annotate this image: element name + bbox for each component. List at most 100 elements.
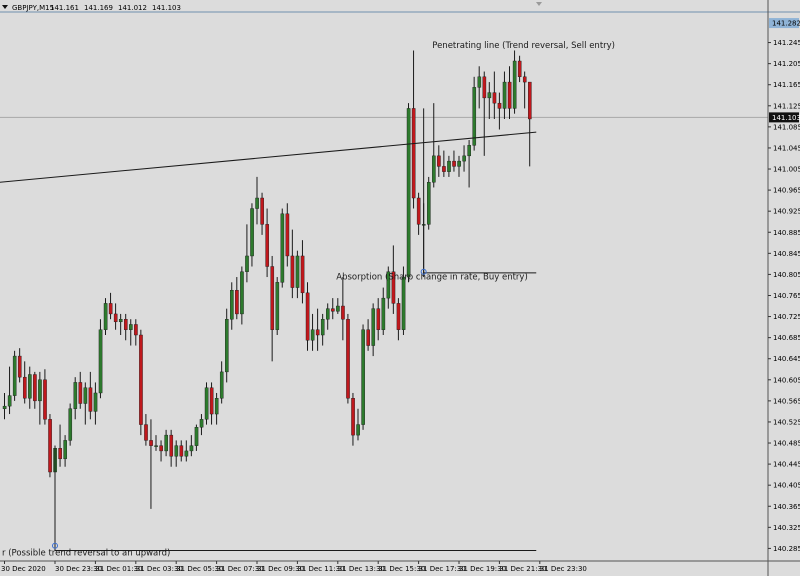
candle bbox=[406, 103, 411, 283]
bear-candle-body bbox=[452, 160, 456, 167]
chart-background bbox=[0, 0, 800, 576]
bear-candle-body bbox=[265, 224, 270, 267]
bear-candle-body bbox=[17, 355, 22, 378]
bear-candle-body bbox=[528, 81, 532, 120]
bear-candle-body bbox=[149, 440, 153, 446]
bear-candle-body bbox=[351, 398, 355, 436]
bull-candle-body bbox=[118, 318, 123, 323]
bear-candle-body bbox=[416, 197, 421, 225]
y-tick-label: 140.565 bbox=[773, 397, 800, 405]
top-price-label: 141.282 bbox=[772, 20, 800, 28]
bull-candle-body bbox=[295, 255, 300, 288]
bull-candle-body bbox=[336, 305, 340, 312]
bull-candle-body bbox=[275, 282, 280, 330]
bull-candle-body bbox=[280, 213, 285, 283]
bull-candle-body bbox=[103, 303, 108, 330]
candle bbox=[361, 324, 365, 430]
chart-window[interactable]: Penetrating line (Trend reversal, Sell e… bbox=[0, 0, 800, 576]
bear-candle-body bbox=[43, 379, 47, 420]
ohlc-low: 141.012 bbox=[118, 4, 147, 12]
bear-candle-body bbox=[179, 445, 184, 457]
bull-candle-body bbox=[467, 145, 472, 157]
ohlc-open: 141.161 bbox=[50, 4, 79, 12]
bull-candle-body bbox=[250, 208, 254, 257]
bear-candle-body bbox=[139, 334, 143, 425]
bear-candle-body bbox=[290, 255, 295, 288]
y-tick-label: 141.045 bbox=[773, 144, 800, 152]
price-chart[interactable]: Penetrating line (Trend reversal, Sell e… bbox=[0, 0, 800, 576]
bull-candle-body bbox=[63, 440, 67, 460]
y-tick-label: 141.205 bbox=[773, 60, 800, 68]
bull-candle-body bbox=[224, 318, 229, 373]
bear-candle-body bbox=[144, 424, 148, 441]
bull-candle-body bbox=[230, 290, 234, 320]
bull-candle-body bbox=[199, 419, 204, 428]
candle bbox=[139, 329, 143, 436]
y-tick-label: 140.765 bbox=[773, 292, 800, 300]
candle bbox=[472, 76, 477, 151]
bear-candle-body bbox=[108, 303, 113, 315]
candle bbox=[204, 382, 209, 425]
bull-candle-body bbox=[326, 308, 330, 320]
candle bbox=[12, 350, 17, 401]
bull-candle-body bbox=[38, 379, 42, 402]
bull-candle-body bbox=[98, 329, 103, 394]
current-price-label: 141.103 bbox=[772, 114, 800, 122]
bear-candle-body bbox=[78, 382, 83, 404]
bear-candle-body bbox=[285, 213, 290, 257]
y-tick-label: 141.085 bbox=[773, 123, 800, 131]
y-tick-label: 140.885 bbox=[773, 229, 800, 237]
symbol-name: GBPJPY,M15 bbox=[12, 4, 54, 12]
ohlc-high: 141.169 bbox=[84, 4, 113, 12]
y-tick-label: 140.605 bbox=[773, 376, 800, 384]
bull-candle-body bbox=[164, 434, 169, 452]
bull-candle-body bbox=[487, 92, 492, 99]
y-tick-label: 140.405 bbox=[773, 482, 800, 490]
bear-candle-body bbox=[300, 255, 305, 294]
bull-candle-body bbox=[447, 160, 451, 172]
y-tick-label: 140.645 bbox=[773, 355, 800, 363]
y-tick-label: 140.725 bbox=[773, 313, 800, 321]
x-tick-label: 30 Dec 2020 bbox=[1, 565, 46, 573]
bull-candle-body bbox=[68, 408, 73, 441]
bear-candle-body bbox=[260, 197, 264, 225]
bear-candle-body bbox=[123, 318, 128, 330]
bull-candle-body bbox=[184, 450, 189, 457]
candle bbox=[346, 313, 350, 404]
bull-candle-body bbox=[83, 387, 88, 404]
bull-candle-body bbox=[12, 355, 17, 396]
bear-candle-body bbox=[134, 324, 138, 336]
bull-candle-body bbox=[204, 387, 209, 420]
bear-candle-body bbox=[411, 108, 416, 199]
y-tick-label: 140.805 bbox=[773, 271, 800, 279]
annotation-label: r (Possible trend reversal to an upward) bbox=[2, 548, 170, 558]
y-tick-label: 140.365 bbox=[773, 503, 800, 511]
bull-candle-body bbox=[255, 197, 259, 209]
bear-candle-body bbox=[58, 448, 62, 460]
bear-candle-body bbox=[517, 60, 522, 78]
bull-candle-body bbox=[512, 60, 517, 109]
bull-candle-body bbox=[472, 87, 477, 146]
symbol-header: GBPJPY,M15 141.161 141.169 141.012 141.1… bbox=[2, 4, 181, 12]
bear-candle-body bbox=[376, 308, 381, 330]
bear-candle-body bbox=[366, 329, 371, 346]
bull-candle-body bbox=[477, 76, 482, 88]
candle bbox=[224, 308, 229, 383]
y-tick-label: 140.685 bbox=[773, 334, 800, 342]
bear-candle-body bbox=[437, 155, 441, 167]
y-tick-label: 140.325 bbox=[773, 524, 800, 532]
y-tick-label: 140.965 bbox=[773, 187, 800, 195]
bear-candle-body bbox=[169, 434, 174, 457]
bull-candle-body bbox=[7, 395, 12, 407]
bear-candle-body bbox=[341, 305, 345, 320]
y-tick-label: 140.445 bbox=[773, 461, 800, 469]
x-tick-label: 31 Dec 23:30 bbox=[540, 565, 587, 573]
bull-candle-body bbox=[189, 445, 194, 452]
bear-candle-body bbox=[305, 292, 310, 341]
bear-candle-body bbox=[88, 387, 93, 412]
bull-candle-body bbox=[371, 308, 376, 346]
bull-candle-body bbox=[427, 181, 431, 225]
y-tick-label: 140.925 bbox=[773, 208, 800, 216]
bull-candle-body bbox=[214, 398, 219, 415]
candle bbox=[103, 298, 108, 336]
